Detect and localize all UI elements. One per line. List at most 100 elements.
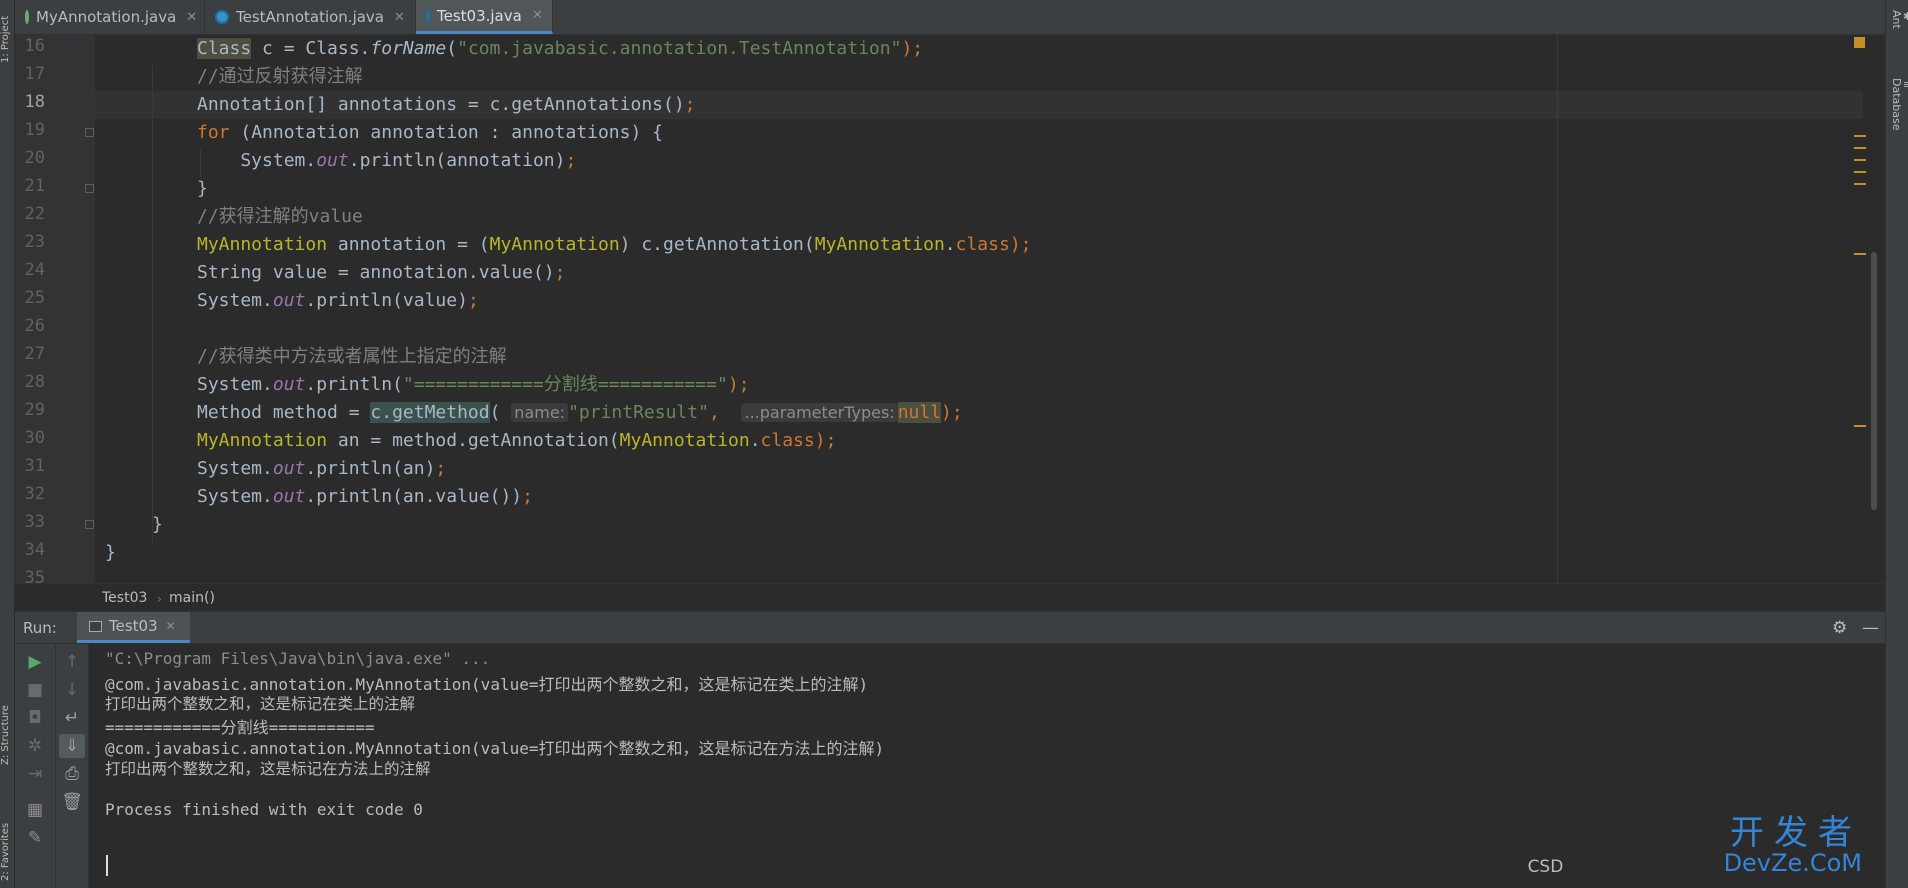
token: ; [435,458,447,479]
tab-myannotation[interactable]: MyAnnotation.java ✕ [15,0,205,34]
trash-icon[interactable]: 🗑 [56,792,88,812]
exit-icon[interactable]: ⇥ [15,764,55,784]
code-line-25: System.out.println(value); [197,287,479,315]
close-icon[interactable]: ✕ [394,10,405,25]
code-editor[interactable]: 16 17 18 19 20 21 22 23 24 25 26 27 28 2… [15,35,1863,583]
fold-marker[interactable] [85,520,94,529]
favorites-tool-button[interactable]: 2: Favorites [0,815,14,888]
project-tool-button[interactable]: 1: Project [0,4,14,74]
token: ); [1009,234,1032,255]
gear-icon[interactable]: ⚙ [1832,618,1847,638]
line-number: 27 [24,344,45,364]
annotation-file-icon [25,10,29,24]
tab-test03[interactable]: Test03.java ✕ [416,0,553,34]
soft-wrap-icon[interactable]: ↵ [56,708,88,728]
watermark-title: 开发者 [1730,813,1862,853]
token: System. [197,458,273,479]
layout-icon[interactable]: ▦ [15,800,55,820]
close-icon[interactable]: ✕ [166,619,176,633]
token: forName [370,38,447,59]
token: (Annotation annotation : annotations) { [229,122,663,143]
scroll-to-end-icon[interactable]: ⇓ [59,734,85,758]
stripe-mark[interactable] [1854,425,1866,427]
code-line-16: Class c = Class.forName("com.javabasic.a… [197,35,923,63]
token: System. [197,290,273,311]
stripe-mark[interactable] [1854,183,1866,185]
breadcrumb-method[interactable]: main() [169,590,215,606]
line-number: 21 [24,176,45,196]
stripe-mark[interactable] [1854,171,1866,173]
stripe-mark[interactable] [1854,253,1866,255]
line-number: 34 [24,540,45,560]
token: Method method = [197,402,371,423]
token: ; [554,262,566,283]
token: class [760,430,815,451]
line-number: 30 [24,428,45,448]
breadcrumb-class[interactable]: Test03 [102,590,147,606]
token: "com.javabasic.annotation.TestAnnotation… [457,38,902,59]
code-line-29: Method method = c.getMethod( name: "print… [197,399,963,427]
stripe-mark[interactable] [1854,135,1866,137]
run-tab-test03[interactable]: Test03 ✕ [77,612,190,643]
right-margin-guide [1557,35,1558,583]
code-line-19: for (Annotation annotation : annotations… [197,119,663,147]
code-line-17: //通过反射获得注解 [197,66,363,87]
token: c = Class. [251,38,371,59]
console-output[interactable]: "C:\Program Files\Java\bin\java.exe" ...… [89,644,1885,888]
ant-tool-button[interactable]: ✱ Ant [1890,10,1908,29]
debug-settings-icon[interactable]: ✲ [15,736,55,756]
console-line: 打印出两个整数之和，这是标记在类上的注解 [105,695,416,713]
console-icon [89,620,102,632]
tab-testannotation[interactable]: TestAnnotation.java ✕ [205,0,416,34]
token: ); [941,402,963,423]
line-number: 19 [24,120,45,140]
arrow-up-icon[interactable]: ↑ [56,652,88,672]
database-tool-button[interactable]: ≡ Database [1890,78,1908,131]
parameter-hint-types: ...parameterTypes: [741,403,898,422]
print-icon[interactable]: ⎙ [56,764,88,784]
editor-tab-bar: MyAnnotation.java ✕ TestAnnotation.java … [15,0,1885,35]
stripe-mark[interactable] [1854,159,1866,161]
line-number: 32 [24,484,45,504]
line-number: 17 [24,64,45,84]
warning-status-icon[interactable] [1854,37,1865,48]
arrow-down-icon[interactable]: ↓ [56,680,88,700]
breadcrumb: Test03 › main() [15,583,1885,612]
token: .println(annotation) [348,150,566,171]
code-line-22: //获得注解的value [197,206,363,227]
camera-icon[interactable]: ◘ [15,708,55,728]
run-tab-label: Test03 [109,617,158,635]
close-icon[interactable]: ✕ [532,8,543,23]
token: ); [901,38,924,59]
token: MyAnnotation [814,234,945,255]
run-label: Run: [23,619,57,637]
tab-label: TestAnnotation.java [236,8,384,26]
token: MyAnnotation [489,234,620,255]
token: ); [814,430,837,451]
editor-scrollbar[interactable] [1871,252,1877,510]
fold-marker[interactable] [85,128,94,137]
line-number: 26 [24,316,45,336]
stripe-mark[interactable] [1854,147,1866,149]
token: class [955,234,1010,255]
line-number: 31 [24,456,45,476]
editor-gutter: 16 17 18 19 20 21 22 23 24 25 26 27 28 2… [15,35,95,583]
run-tool-window-header: Run: Test03 ✕ ⚙ — [15,611,1885,644]
code-line-21: } [197,178,208,199]
token: ); [727,374,750,395]
watermark-prefix: CSD [1527,857,1564,877]
close-icon[interactable]: ✕ [186,10,197,25]
rerun-play-icon[interactable]: ▶ [15,652,55,672]
pin-icon[interactable]: ✎ [15,828,55,848]
minimize-icon[interactable]: — [1862,618,1879,638]
token: out [272,486,306,507]
error-stripe[interactable] [1852,35,1866,583]
tab-label: MyAnnotation.java [36,8,177,26]
token: out [272,458,306,479]
token: out [316,150,349,171]
structure-tool-button[interactable]: Z: Structure [0,690,14,780]
stop-icon[interactable]: ■ [15,680,55,700]
token: System. [197,150,317,171]
token: System. [197,486,273,507]
fold-marker[interactable] [85,184,94,193]
